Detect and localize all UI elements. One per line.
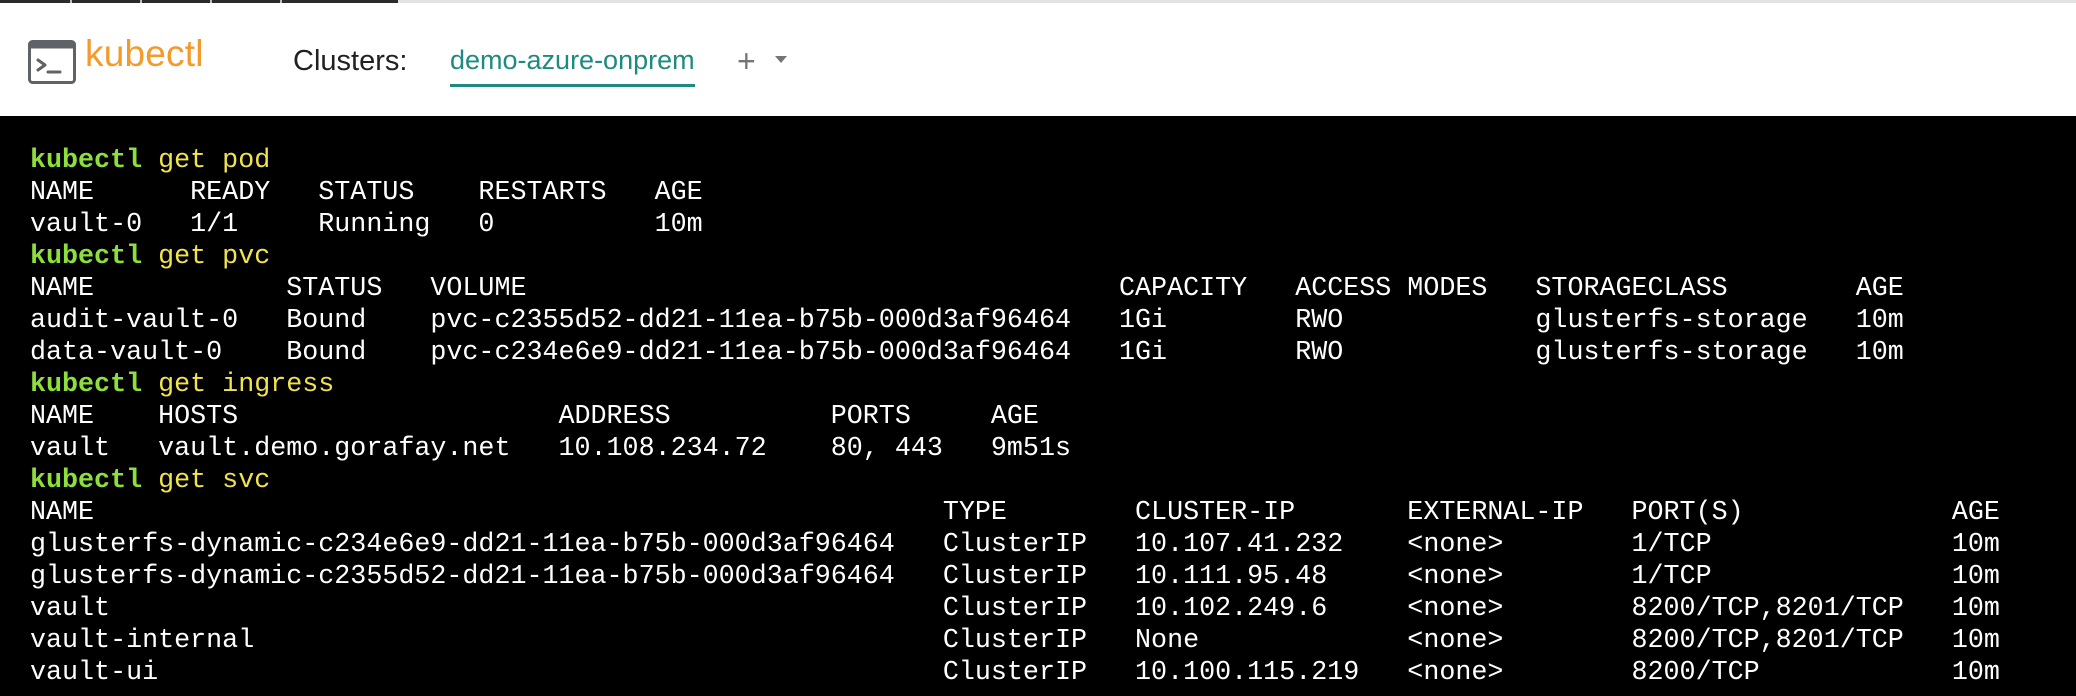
command-name: kubectl <box>30 146 143 176</box>
terminal-output-line: NAME STATUS VOLUME CAPACITY ACCESS MODES… <box>30 274 1904 304</box>
terminal-command-line: kubectl get ingress <box>30 369 2000 401</box>
terminal-output-line: vault-0 1/1 Running 0 10m <box>30 210 703 240</box>
tab-cluster-demo-azure-onprem[interactable]: demo-azure-onprem <box>450 47 695 87</box>
terminal-output-line: audit-vault-0 Bound pvc-c2355d52-dd21-11… <box>30 306 1904 336</box>
terminal-output-line: NAME TYPE CLUSTER-IP EXTERNAL-IP PORT(S)… <box>30 498 2000 528</box>
command-arguments: get svc <box>142 466 271 496</box>
terminal-prompt-icon <box>28 40 76 84</box>
terminal-output-line: vault vault.demo.gorafay.net 10.108.234.… <box>30 434 1071 464</box>
clusters-label: Clusters: <box>293 45 408 77</box>
app-brand-name: kubectl <box>85 33 204 74</box>
command-name: kubectl <box>30 370 143 400</box>
cluster-tab-label: demo-azure-onprem <box>450 45 695 75</box>
terminal-text: kubectl get pod NAME READY STATUS RESTART… <box>30 145 2000 689</box>
command-name: kubectl <box>30 242 143 272</box>
command-name: kubectl <box>30 466 143 496</box>
terminal-output-panel[interactable]: kubectl get pod NAME READY STATUS RESTART… <box>0 116 2076 696</box>
terminal-output-line: glusterfs-dynamic-c234e6e9-dd21-11ea-b75… <box>30 530 2000 560</box>
terminal-output-line: vault-internal ClusterIP None <none> 820… <box>30 626 2000 656</box>
terminal-command-line: kubectl get svc <box>30 465 2000 497</box>
terminal-output-line: vault ClusterIP 10.102.249.6 <none> 8200… <box>30 594 2000 624</box>
add-cluster-button[interactable]: + <box>737 45 756 77</box>
terminal-output-line: glusterfs-dynamic-c2355d52-dd21-11ea-b75… <box>30 562 2000 592</box>
active-tab-underline <box>450 84 695 87</box>
terminal-output-line: NAME HOSTS ADDRESS PORTS AGE <box>30 402 1039 432</box>
command-arguments: get ingress <box>142 370 335 400</box>
caret-down-icon[interactable] <box>774 55 788 65</box>
terminal-command-line: kubectl get pod <box>30 145 2000 177</box>
command-arguments: get pvc <box>142 242 271 272</box>
terminal-output-line: data-vault-0 Bound pvc-c234e6e9-dd21-11e… <box>30 338 1904 368</box>
app-header: kubectl Clusters: demo-azure-onprem + <box>0 3 2076 116</box>
terminal-output-line: vault-ui ClusterIP 10.100.115.219 <none>… <box>30 658 2000 688</box>
command-arguments: get pod <box>142 146 271 176</box>
terminal-command-line: kubectl get pvc <box>30 241 2000 273</box>
terminal-output-line: NAME READY STATUS RESTARTS AGE <box>30 178 703 208</box>
